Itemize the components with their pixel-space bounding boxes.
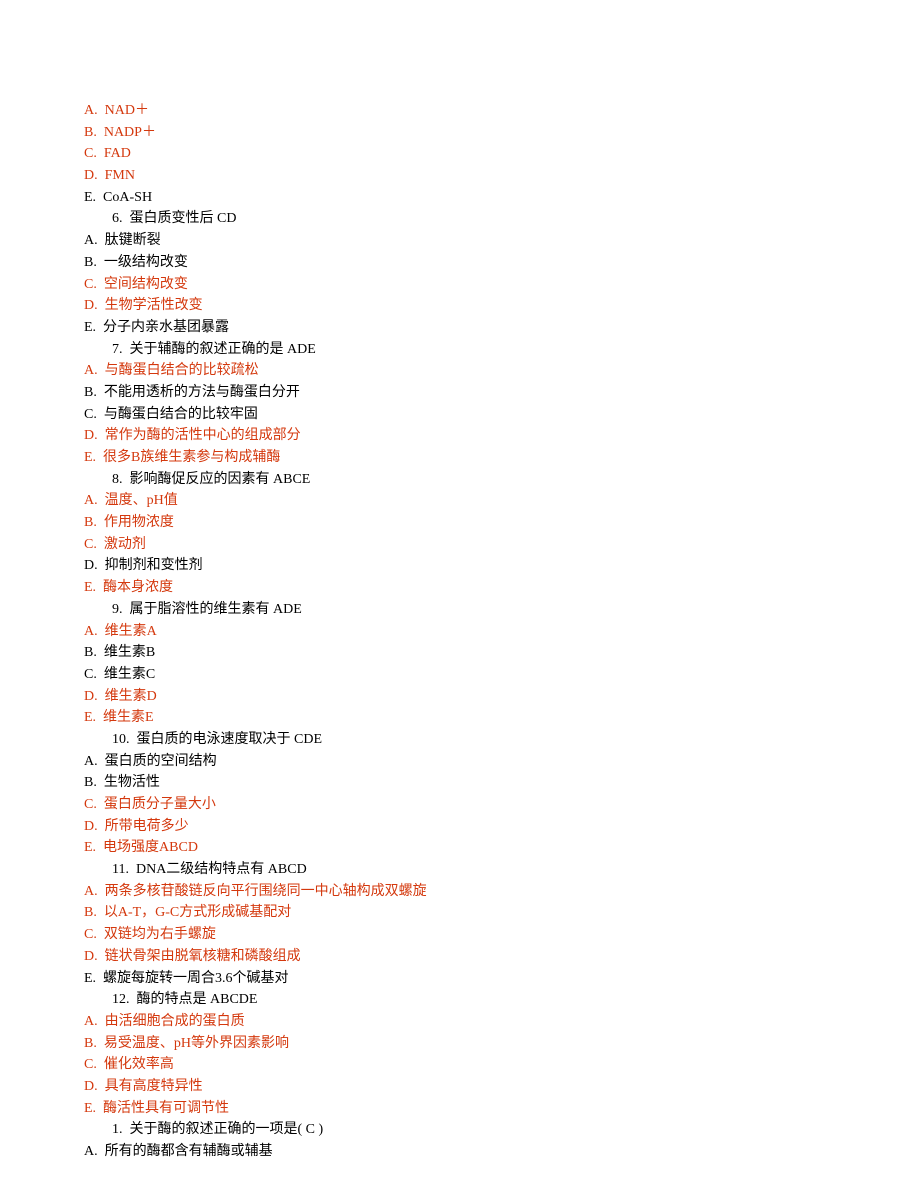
text-line-25: B. 维生素B: [84, 642, 920, 664]
text-line-40: E. 螺旋每旋转一周合3.6个碱基对: [84, 968, 920, 990]
text-line-20: C. 激动剂: [84, 534, 920, 556]
text-line-45: D. 具有高度特异性: [84, 1076, 920, 1098]
text-line-6: A. 肽键断裂: [84, 230, 920, 252]
text-line-31: B. 生物活性: [84, 772, 920, 794]
text-line-23: 9. 属于脂溶性的维生素有 ADE: [84, 599, 920, 621]
text-line-44: C. 催化效率高: [84, 1054, 920, 1076]
text-line-37: B. 以A-T，G-C方式形成碱基配对: [84, 902, 920, 924]
text-line-38: C. 双链均为右手螺旋: [84, 924, 920, 946]
text-line-39: D. 链状骨架由脱氧核糖和磷酸组成: [84, 946, 920, 968]
text-line-8: C. 空间结构改变: [84, 274, 920, 296]
text-line-22: E. 酶本身浓度: [84, 577, 920, 599]
text-line-7: B. 一级结构改变: [84, 252, 920, 274]
text-line-4: E. CoA-SH: [84, 187, 920, 209]
text-line-32: C. 蛋白质分子量大小: [84, 794, 920, 816]
text-line-42: A. 由活细胞合成的蛋白质: [84, 1011, 920, 1033]
text-line-48: A. 所有的酶都含有辅酶或辅基: [84, 1141, 920, 1163]
text-line-27: D. 维生素D: [84, 686, 920, 708]
text-line-28: E. 维生素E: [84, 707, 920, 729]
text-line-26: C. 维生素C: [84, 664, 920, 686]
text-line-10: E. 分子内亲水基团暴露: [84, 317, 920, 339]
text-line-15: D. 常作为酶的活性中心的组成部分: [84, 425, 920, 447]
document-page: A. NAD＋B. NADP＋C. FADD. FMNE. CoA-SH6. 蛋…: [0, 0, 920, 1191]
text-line-30: A. 蛋白质的空间结构: [84, 751, 920, 773]
text-line-21: D. 抑制剂和变性剂: [84, 555, 920, 577]
text-line-14: C. 与酶蛋白结合的比较牢固: [84, 404, 920, 426]
text-line-17: 8. 影响酶促反应的因素有 ABCE: [84, 469, 920, 491]
text-line-35: 11. DNA二级结构特点有 ABCD: [84, 859, 920, 881]
text-line-5: 6. 蛋白质变性后 CD: [84, 208, 920, 230]
text-line-46: E. 酶活性具有可调节性: [84, 1098, 920, 1120]
text-line-3: D. FMN: [84, 165, 920, 187]
text-line-24: A. 维生素A: [84, 621, 920, 643]
text-line-11: 7. 关于辅酶的叙述正确的是 ADE: [84, 339, 920, 361]
text-line-16: E. 很多B族维生素参与构成辅酶: [84, 447, 920, 469]
text-line-47: 1. 关于酶的叙述正确的一项是( C ): [84, 1119, 920, 1141]
text-line-36: A. 两条多核苷酸链反向平行围绕同一中心轴构成双螺旋: [84, 881, 920, 903]
text-line-12: A. 与酶蛋白结合的比较疏松: [84, 360, 920, 382]
text-line-43: B. 易受温度、pH等外界因素影响: [84, 1033, 920, 1055]
text-line-2: C. FAD: [84, 143, 920, 165]
text-line-41: 12. 酶的特点是 ABCDE: [84, 989, 920, 1011]
text-line-13: B. 不能用透析的方法与酶蛋白分开: [84, 382, 920, 404]
text-line-0: A. NAD＋: [84, 100, 920, 122]
text-line-19: B. 作用物浓度: [84, 512, 920, 534]
text-line-9: D. 生物学活性改变: [84, 295, 920, 317]
text-line-34: E. 电场强度ABCD: [84, 837, 920, 859]
text-line-1: B. NADP＋: [84, 122, 920, 144]
text-line-33: D. 所带电荷多少: [84, 816, 920, 838]
text-line-18: A. 温度、pH值: [84, 490, 920, 512]
text-line-29: 10. 蛋白质的电泳速度取决于 CDE: [84, 729, 920, 751]
